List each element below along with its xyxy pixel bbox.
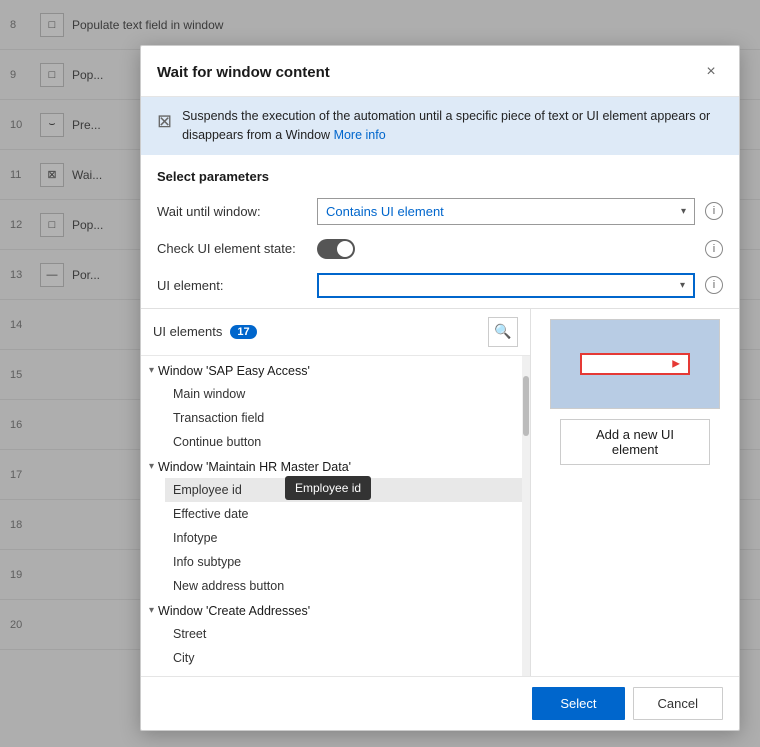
tree-item-new-address-button[interactable]: New address button (165, 574, 522, 598)
tree-group-create-header[interactable]: ▾ Window 'Create Addresses' (141, 600, 522, 622)
dialog-footer: Select Cancel (141, 676, 739, 730)
ui-tree-panel: UI elements 17 🔍 ▾ Window 'SAP Easy Acce… (141, 309, 531, 676)
tree-item-employee-id[interactable]: Employee id Employee id (165, 478, 522, 502)
wait-until-label: Wait until window: (157, 204, 317, 219)
info-banner-icon: ⊠ (157, 108, 172, 135)
tree-item-continue-button[interactable]: Continue button (165, 430, 522, 454)
ui-count-badge: 17 (230, 325, 256, 339)
ui-elements-header: UI elements 17 🔍 (141, 309, 530, 356)
tree-group-sap-header[interactable]: ▾ Window 'SAP Easy Access' (141, 360, 522, 382)
chevron-icon: ▾ (149, 365, 154, 376)
dialog-title: Wait for window content (157, 64, 330, 81)
tree-group-hr-items: Employee id Employee id Effective date I… (141, 478, 522, 598)
wait-until-control: Contains UI element ▾ i (317, 198, 723, 225)
dialog-header: Wait for window content × (141, 46, 739, 97)
close-button[interactable]: × (699, 60, 723, 84)
tree-item-transaction-field[interactable]: Transaction field (165, 406, 522, 430)
tree-item-label: Continue button (173, 435, 261, 449)
check-state-label: Check UI element state: (157, 241, 317, 256)
tree-item-label: State (173, 675, 202, 676)
wait-until-dropdown[interactable]: Contains UI element ▾ (317, 198, 695, 225)
tree-item-label: City (173, 651, 195, 665)
tree-scroll-container: ▾ Window 'SAP Easy Access' Main window T… (141, 356, 530, 676)
tree-group-sap-items: Main window Transaction field Continue b… (141, 382, 522, 454)
wait-until-row: Wait until window: Contains UI element ▾… (141, 192, 739, 231)
tree-group-hr-header[interactable]: ▾ Window 'Maintain HR Master Data' (141, 456, 522, 478)
add-element-button[interactable]: Add a new UI element (560, 419, 710, 465)
wait-until-info-icon[interactable]: i (705, 202, 723, 220)
ui-element-label: UI element: (157, 278, 317, 293)
preview-image: ▶ (550, 319, 720, 409)
ui-elements-label: UI elements (153, 324, 222, 339)
ui-elements-section: UI elements 17 🔍 ▾ Window 'SAP Easy Acce… (141, 308, 739, 676)
tree-group-sap: ▾ Window 'SAP Easy Access' Main window T… (141, 360, 522, 454)
chevron-icon: ▾ (149, 461, 154, 472)
wait-for-window-dialog: Wait for window content × ⊠ Suspends the… (140, 45, 740, 731)
tree-container: ▾ Window 'SAP Easy Access' Main window T… (141, 356, 522, 676)
info-banner-text: Suspends the execution of the automation… (182, 107, 723, 145)
tree-item-label: Employee id (173, 483, 242, 497)
tree-item-effective-date[interactable]: Effective date (165, 502, 522, 526)
toggle-knob (337, 241, 353, 257)
tree-item-city[interactable]: City (165, 646, 522, 670)
tree-group-create: ▾ Window 'Create Addresses' Street City (141, 600, 522, 676)
select-button[interactable]: Select (532, 687, 624, 720)
tree-item-label: Main window (173, 387, 245, 401)
info-banner: ⊠ Suspends the execution of the automati… (141, 97, 739, 155)
tree-item-label: Street (173, 627, 206, 641)
ui-element-row: UI element: ▾ i (141, 267, 739, 304)
cancel-button[interactable]: Cancel (633, 687, 723, 720)
check-state-toggle[interactable] (317, 239, 355, 259)
tree-group-hr-label: Window 'Maintain HR Master Data' (158, 460, 351, 474)
employee-id-tooltip: Employee id (285, 476, 371, 500)
check-state-info-icon[interactable]: i (705, 240, 723, 258)
preview-panel: ▶ Add a new UI element (531, 309, 739, 676)
tree-item-label: New address button (173, 579, 284, 593)
chevron-down-icon: ▾ (681, 206, 686, 217)
search-icon: 🔍 (494, 323, 511, 340)
ui-element-control: ▾ i (317, 273, 723, 298)
tree-group-create-label: Window 'Create Addresses' (158, 604, 310, 618)
tree-item-label: Info subtype (173, 555, 241, 569)
tree-group-create-items: Street City State (141, 622, 522, 676)
check-state-row: Check UI element state: i (141, 231, 739, 267)
tree-item-label: Infotype (173, 531, 217, 545)
preview-arrow-icon: ▶ (672, 358, 680, 369)
more-info-link[interactable]: More info (334, 128, 386, 142)
tree-item-label: Effective date (173, 507, 249, 521)
scrollbar-track[interactable] (522, 356, 530, 676)
scrollbar-thumb[interactable] (523, 376, 529, 436)
tree-item-infotype[interactable]: Infotype (165, 526, 522, 550)
chevron-icon: ▾ (149, 605, 154, 616)
dropdown-value: Contains UI element (326, 204, 681, 219)
tree-item-state[interactable]: State (165, 670, 522, 676)
chevron-down-icon: ▾ (680, 280, 685, 291)
tree-item-main-window[interactable]: Main window (165, 382, 522, 406)
tree-group-sap-label: Window 'SAP Easy Access' (158, 364, 310, 378)
ui-element-dropdown[interactable]: ▾ (317, 273, 695, 298)
section-title: Select parameters (141, 155, 739, 192)
search-button[interactable]: 🔍 (488, 317, 518, 347)
preview-field: ▶ (580, 353, 690, 375)
tree-item-street[interactable]: Street (165, 622, 522, 646)
ui-element-info-icon[interactable]: i (705, 276, 723, 294)
tree-item-label: Transaction field (173, 411, 264, 425)
check-state-control: i (317, 239, 723, 259)
tree-group-hr: ▾ Window 'Maintain HR Master Data' Emplo… (141, 456, 522, 598)
tree-item-info-subtype[interactable]: Info subtype (165, 550, 522, 574)
